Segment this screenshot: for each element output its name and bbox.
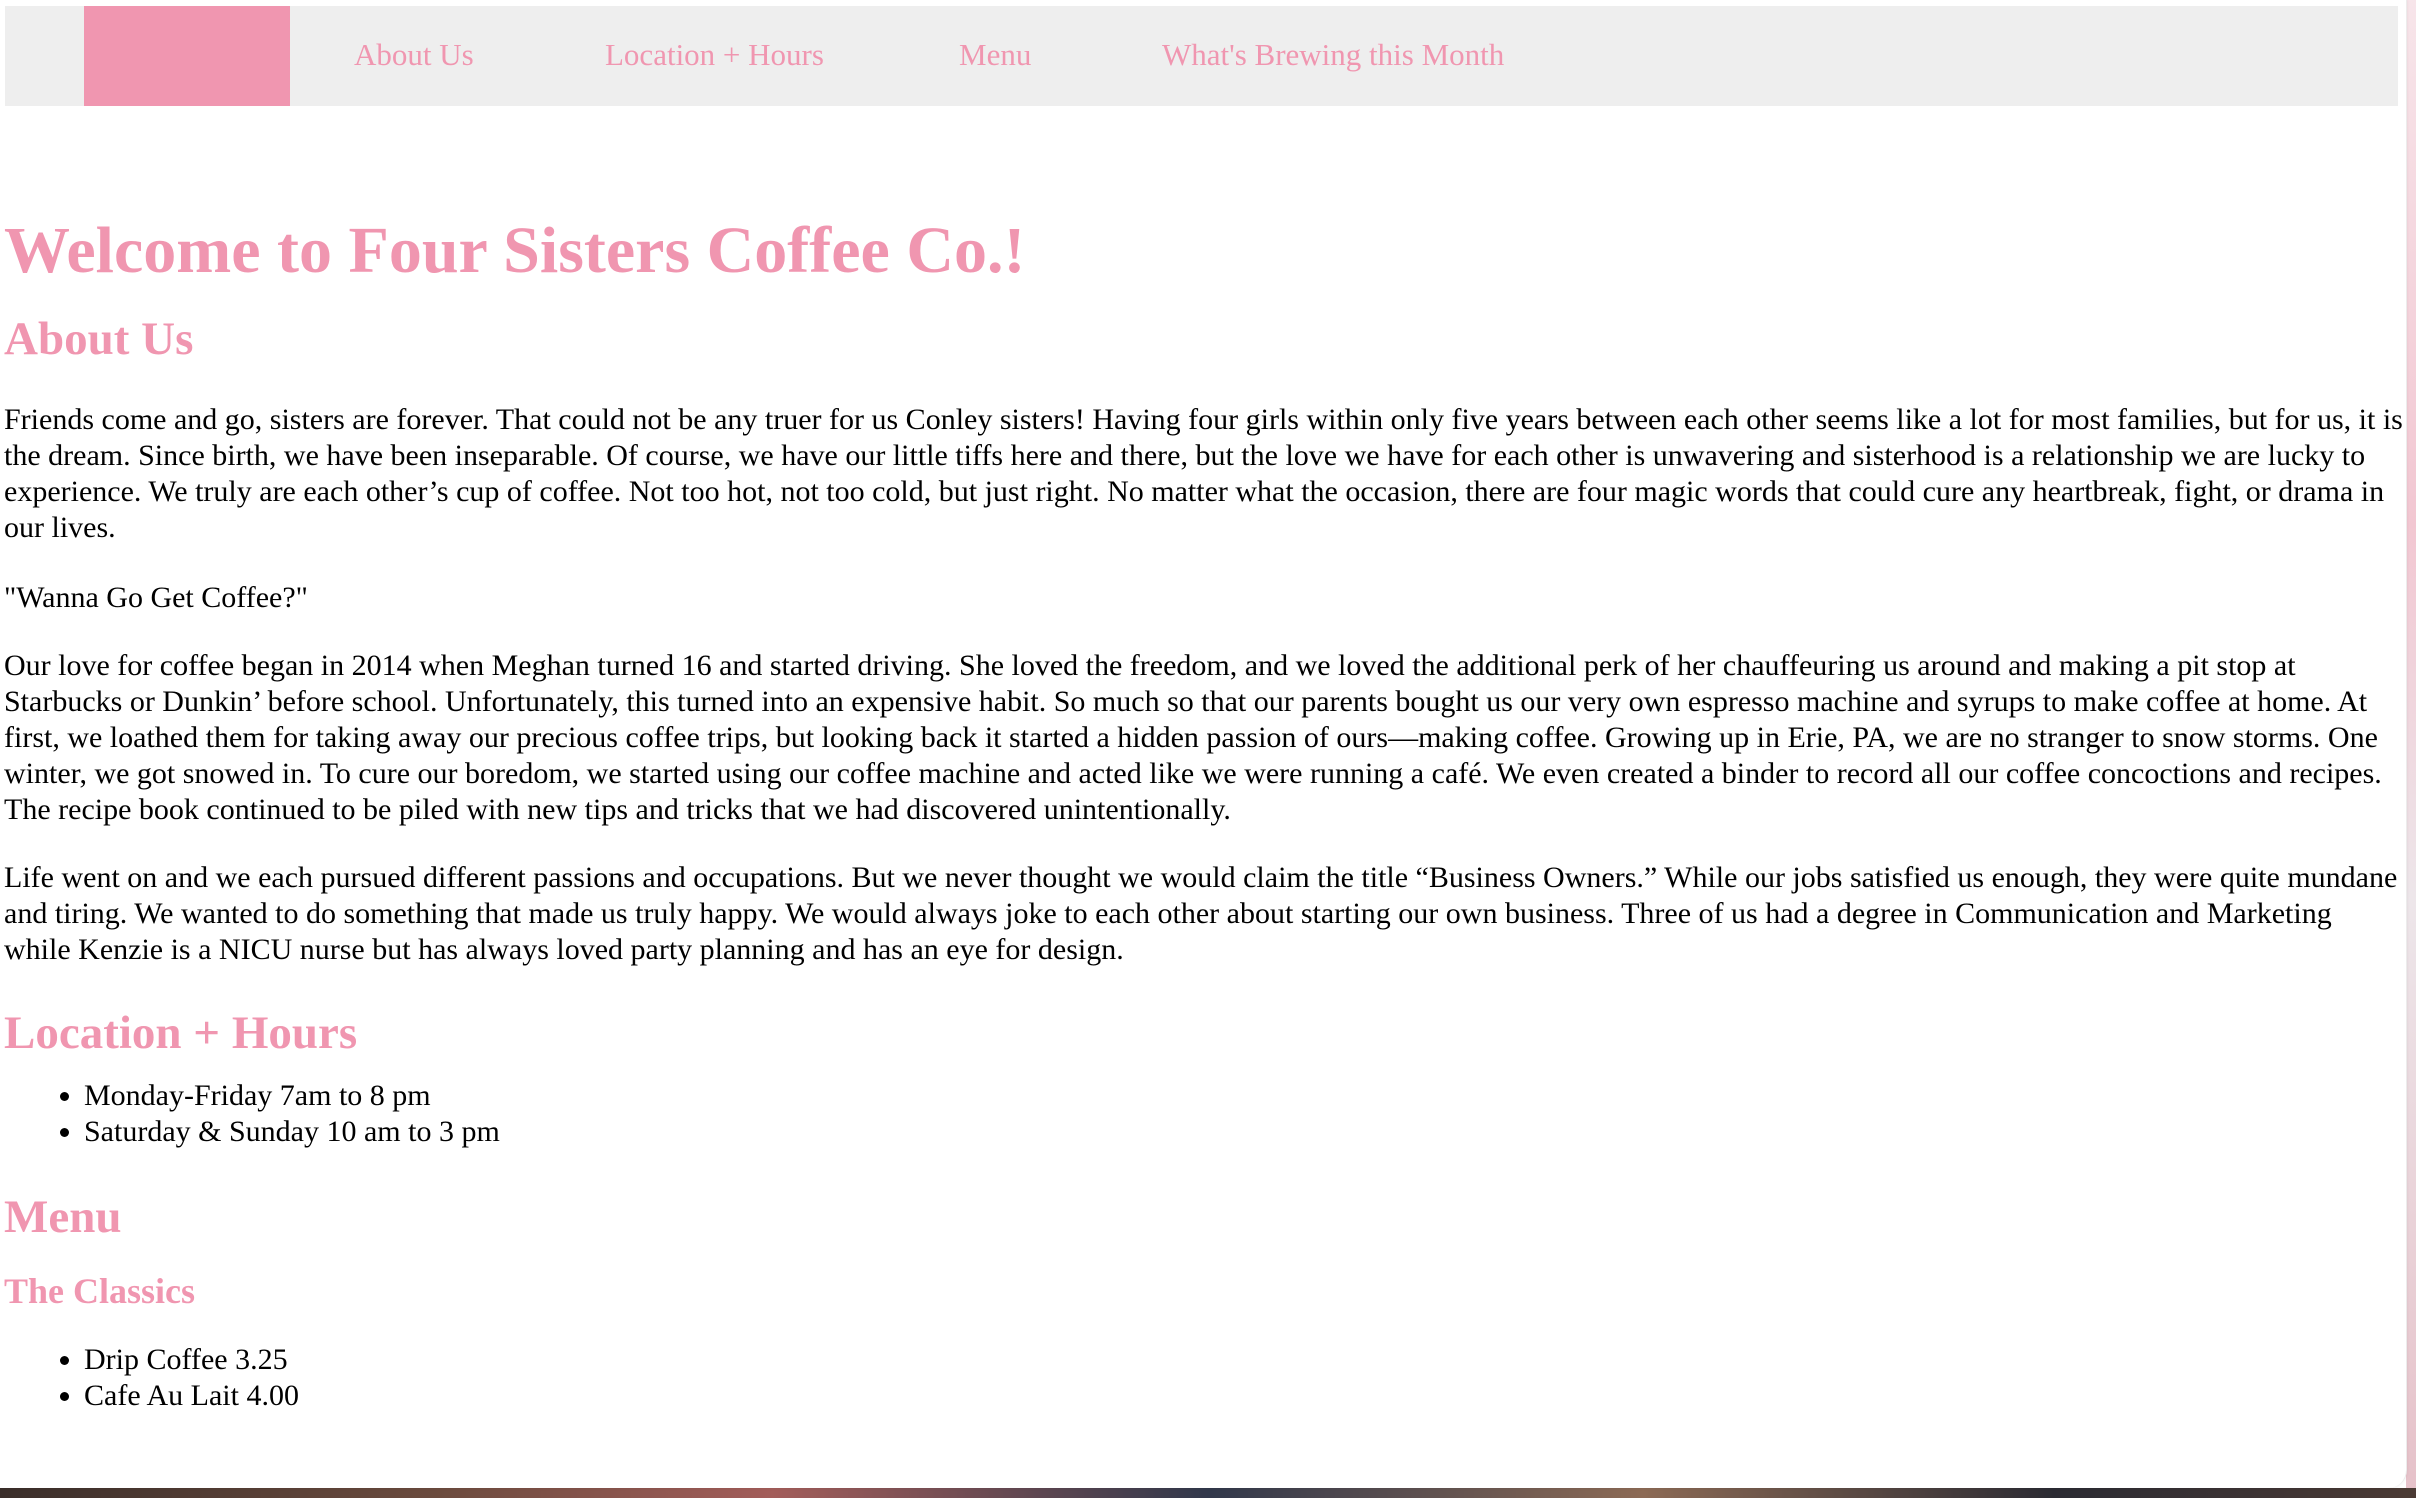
classics-heading: The Classics (4, 1271, 196, 1311)
about-paragraph-1: Friends come and go, sisters are forever… (4, 403, 2403, 544)
nav-link-whats-brewing[interactable]: What's Brewing this Month (1162, 39, 1504, 70)
hours-list-item: Monday-Friday 7am to 8 pm (84, 1078, 2404, 1114)
menu-heading: Menu (4, 1191, 122, 1243)
location-hours-heading: Location + Hours (4, 1007, 358, 1059)
hours-list-item: Saturday & Sunday 10 am to 3 pm (84, 1114, 2404, 1150)
home-nav-button[interactable] (84, 6, 290, 106)
nav-link-about-us[interactable]: About Us (354, 39, 474, 70)
nav-link-menu[interactable]: Menu (959, 39, 1031, 70)
menu-list-item: Cafe Au Lait 4.00 (84, 1378, 2404, 1414)
about-paragraph-3: Our love for coffee began in 2014 when M… (4, 649, 2382, 826)
nav-link-location-hours[interactable]: Location + Hours (605, 39, 824, 70)
about-paragraph-2: "Wanna Go Get Coffee?" (4, 581, 308, 614)
browser-page: About Us Location + Hours Menu What's Br… (0, 0, 2407, 1488)
about-us-section: Friends come and go, sisters are forever… (4, 402, 2404, 968)
page-title: Welcome to Four Sisters Coffee Co.! (4, 214, 1026, 287)
classics-menu-list: Drip Coffee 3.25 Cafe Au Lait 4.00 (4, 1342, 2404, 1414)
window-edge (2406, 0, 2416, 1498)
top-navigation-bar: About Us Location + Hours Menu What's Br… (5, 6, 2398, 106)
about-us-heading: About Us (4, 313, 194, 365)
desktop-background-strip (0, 1488, 2416, 1498)
about-paragraph-4: Life went on and we each pursued differe… (4, 861, 2398, 966)
main-content: Welcome to Four Sisters Coffee Co.! Abou… (4, 212, 2404, 1414)
menu-list-item: Drip Coffee 3.25 (84, 1342, 2404, 1378)
hours-list: Monday-Friday 7am to 8 pm Saturday & Sun… (4, 1078, 2404, 1150)
